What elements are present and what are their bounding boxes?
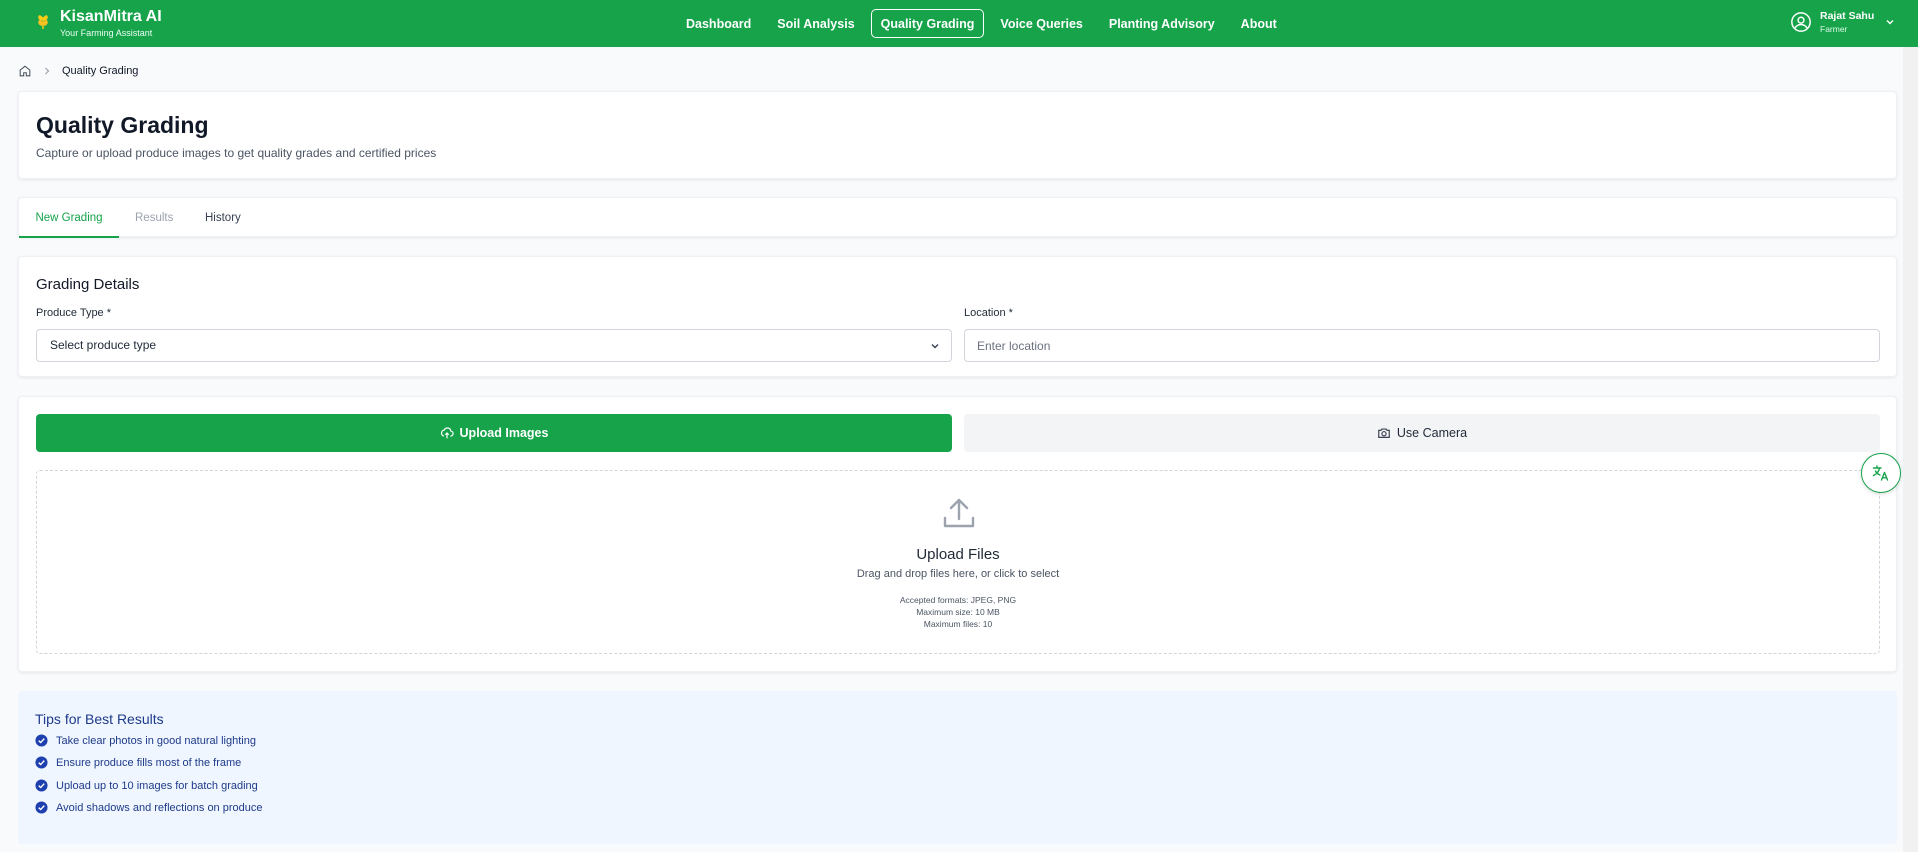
page-title: Quality Grading <box>36 112 209 138</box>
page-subtitle: Capture or upload produce images to get … <box>36 146 437 160</box>
upload-card: Upload Images Use Camera Upload Files Dr… <box>18 396 1897 672</box>
produce-type-select[interactable]: Select produce type <box>36 329 952 362</box>
cloud-upload-icon <box>440 427 454 439</box>
nav-item-soil-analysis[interactable]: Soil Analysis <box>767 9 864 38</box>
check-circle-icon <box>35 756 48 769</box>
tip-text: Take clear photos in good natural lighti… <box>56 734 256 747</box>
tip-text: Avoid shadows and reflections on produce <box>56 801 263 814</box>
home-icon[interactable] <box>18 64 32 78</box>
file-dropzone[interactable]: Upload Files Drag and drop files here, o… <box>36 470 1880 654</box>
tips-title: Tips for Best Results <box>35 711 164 727</box>
user-circle-icon <box>1791 12 1811 32</box>
maximum-files: Maximum files: 10 <box>923 619 993 629</box>
translate-icon <box>1872 465 1889 481</box>
page-header-card: Quality Grading Capture or upload produc… <box>18 91 1897 179</box>
grading-details-title: Grading Details <box>36 276 140 293</box>
app-title: KisanMitra AI <box>60 8 162 25</box>
camera-icon <box>1378 428 1390 438</box>
user-role: Farmer <box>1820 24 1848 34</box>
dropzone-title: Upload Files <box>916 546 1000 563</box>
app-subtitle: Your Farming Assistant <box>60 28 153 38</box>
tip-item: Take clear photos in good natural lighti… <box>35 734 256 747</box>
tab-results[interactable]: Results <box>135 198 173 238</box>
top-navbar: KisanMitra AI Your Farming Assistant Das… <box>0 0 1918 47</box>
brand[interactable]: KisanMitra AI Your Farming Assistant <box>36 8 162 40</box>
scrollbar[interactable] <box>1903 47 1918 852</box>
tip-item: Ensure produce fills most of the frame <box>35 756 241 769</box>
tab-history[interactable]: History <box>205 198 241 238</box>
user-menu[interactable]: Rajat Sahu Farmer <box>1790 9 1896 35</box>
use-camera-label: Use Camera <box>1396 426 1468 440</box>
chevron-down-icon <box>1886 20 1894 25</box>
nav-item-quality-grading[interactable]: Quality Grading <box>870 9 985 38</box>
main-nav: Dashboard Soil Analysis Quality Grading … <box>676 9 1287 38</box>
upload-icon <box>943 498 975 528</box>
breadcrumb-current: Quality Grading <box>62 65 139 77</box>
check-circle-icon <box>35 801 48 814</box>
tabs-bar: New Grading Results History <box>18 197 1897 238</box>
dropzone-subtitle: Drag and drop files here, or click to se… <box>856 568 1060 580</box>
grading-details-card: Grading Details Produce Type * Location … <box>18 256 1897 377</box>
nav-item-planting-advisory[interactable]: Planting Advisory <box>1099 9 1225 38</box>
upload-images-label: Upload Images <box>459 426 549 440</box>
location-label: Location * <box>964 307 1013 319</box>
tip-item: Upload up to 10 images for batch grading <box>35 779 258 792</box>
maximum-size: Maximum size: 10 MB <box>916 607 1000 617</box>
chevron-right-icon <box>45 67 50 75</box>
tab-new-grading[interactable]: New Grading <box>19 198 119 238</box>
tips-panel: Tips for Best Results Take clear photos … <box>18 691 1897 844</box>
produce-type-value: Select produce type <box>50 338 157 352</box>
breadcrumb: Quality Grading <box>18 64 138 78</box>
user-name: Rajat Sahu <box>1820 10 1875 22</box>
accepted-formats: Accepted formats: JPEG, PNG <box>899 595 1017 605</box>
produce-type-label: Produce Type * <box>36 307 112 319</box>
tip-item: Avoid shadows and reflections on produce <box>35 801 263 814</box>
tip-text: Upload up to 10 images for batch grading <box>56 779 258 792</box>
translate-button[interactable] <box>1861 453 1901 493</box>
tip-text: Ensure produce fills most of the frame <box>56 756 242 769</box>
location-input[interactable] <box>964 329 1880 362</box>
use-camera-button[interactable]: Use Camera <box>964 414 1880 452</box>
nav-item-about[interactable]: About <box>1231 9 1287 38</box>
nav-item-voice-queries[interactable]: Voice Queries <box>990 9 1092 38</box>
upload-images-button[interactable]: Upload Images <box>36 414 952 452</box>
check-circle-icon <box>35 734 48 747</box>
nav-item-dashboard[interactable]: Dashboard <box>676 9 761 38</box>
check-circle-icon <box>35 779 48 792</box>
wheat-logo-icon <box>36 12 50 32</box>
chevron-down-icon <box>931 344 939 349</box>
